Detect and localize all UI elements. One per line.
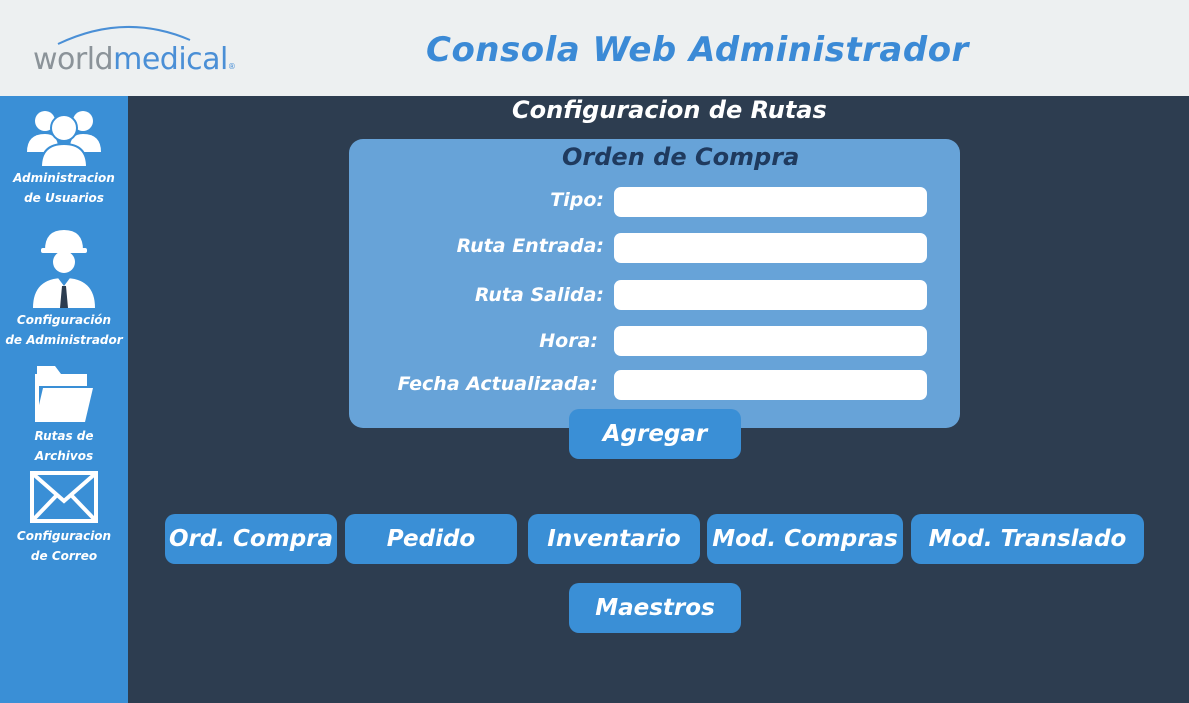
fecha-actualizada-input[interactable]	[614, 370, 927, 400]
app-title: Consola Web Administrador	[426, 30, 969, 70]
sidebar-item-label: Archivos	[34, 449, 94, 463]
mail-icon	[30, 471, 98, 523]
ruta-salida-input[interactable]	[614, 280, 927, 310]
tipo-label: Tipo:	[550, 189, 604, 211]
sidebar-item-label: Configuración	[16, 313, 112, 327]
sidebar-item-label: Administracion	[13, 171, 115, 185]
hora-input[interactable]	[614, 326, 927, 356]
folder-icon	[35, 366, 93, 422]
hora-label: Hora:	[539, 330, 598, 352]
agregar-button[interactable]: Agregar	[569, 409, 741, 459]
sidebar-item-mail-config[interactable]: Configuracion de Correo	[0, 470, 128, 566]
users-icon	[27, 111, 101, 168]
ruta-entrada-input[interactable]	[614, 233, 927, 263]
fecha-actualizada-label: Fecha Actualizada:	[397, 373, 598, 395]
sidebar-item-file-routes[interactable]: Rutas de Archivos	[0, 364, 128, 466]
logo-registered-mark: ®	[227, 62, 236, 71]
ruta-salida-label: Ruta Salida:	[474, 284, 604, 306]
worldmedical-logo: worldmedical®	[30, 18, 236, 78]
mod-compras-button[interactable]: Mod. Compras	[707, 514, 903, 564]
sidebar-item-admin-config[interactable]: Configuración de Administrador	[0, 228, 128, 350]
route-form-card: Orden de Compra Tipo: Ruta Entrada: Ruta…	[349, 139, 960, 428]
sidebar-item-label: de Correo	[30, 549, 98, 563]
ruta-entrada-label: Ruta Entrada:	[456, 235, 604, 257]
sidebar-item-label: de Usuarios	[24, 191, 104, 205]
admin-worker-icon	[33, 230, 95, 308]
header: worldmedical® Consola Web Administrador	[0, 0, 1189, 96]
sidebar-item-label: Rutas de	[34, 429, 94, 443]
pedido-button[interactable]: Pedido	[345, 514, 517, 564]
form-title: Orden de Compra	[562, 143, 800, 171]
maestros-button[interactable]: Maestros	[569, 583, 741, 633]
logo-medical-text: medical	[113, 42, 228, 77]
sidebar-item-user-admin[interactable]: Administracion de Usuarios	[0, 104, 128, 208]
sidebar-item-label: Configuracion	[16, 529, 112, 543]
logo-world-text: world	[33, 42, 114, 77]
inventario-button[interactable]: Inventario	[528, 514, 700, 564]
ord-compra-button[interactable]: Ord. Compra	[165, 514, 337, 564]
sidebar: Administracion de Usuarios Configuración…	[0, 96, 128, 703]
mod-translado-button[interactable]: Mod. Translado	[911, 514, 1144, 564]
sidebar-item-label: de Administrador	[5, 333, 123, 347]
tipo-input[interactable]	[614, 187, 927, 217]
section-title: Configuracion de Rutas	[512, 96, 827, 124]
